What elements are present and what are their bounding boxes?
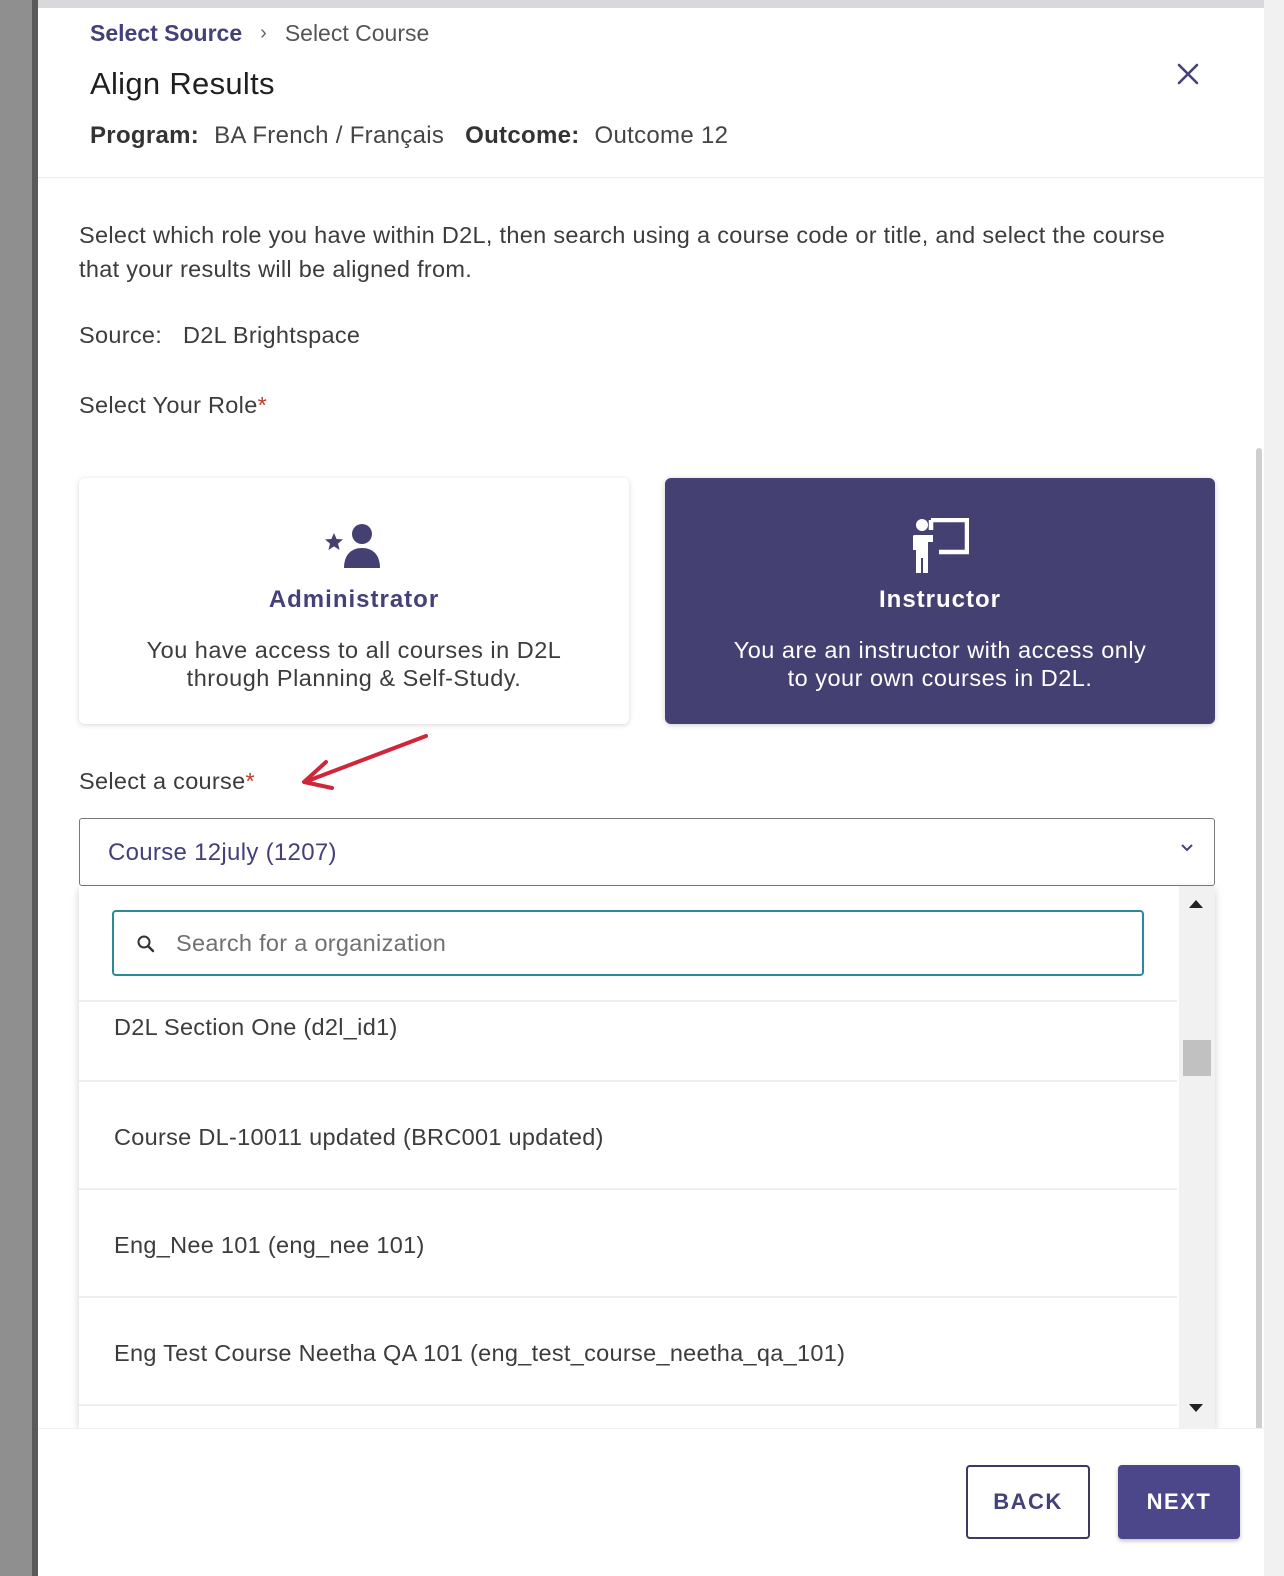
course-option[interactable]: Eng_Nee 101 (eng_nee 101) (79, 1188, 1177, 1296)
dropdown-scrollbar[interactable] (1179, 886, 1215, 1428)
chevron-down-icon (1180, 837, 1194, 858)
next-button[interactable]: NEXT (1118, 1465, 1240, 1539)
required-asterisk: * (245, 768, 255, 794)
course-dropdown: D2L Section One (d2l_id1) Course DL-1001… (79, 886, 1215, 1428)
course-label-text: Select a course (79, 768, 246, 794)
course-option[interactable]: D2L Section One (d2l_id1) (79, 1000, 1177, 1080)
close-icon[interactable] (1166, 52, 1210, 96)
program-label: Program: (90, 122, 200, 149)
role-card-instructor[interactable]: Instructor You are an instructor with ac… (665, 478, 1215, 724)
breadcrumb: Select Source › Select Course (90, 20, 429, 47)
scroll-up-icon[interactable] (1189, 900, 1203, 908)
search-icon (136, 934, 156, 959)
page-backdrop-left (0, 0, 38, 1576)
back-button[interactable]: BACK (966, 1465, 1090, 1539)
role-desc-line: through Planning & Self-Study. (186, 665, 522, 691)
role-name-administrator: Administrator (268, 586, 440, 613)
program-value: BA French / Français (214, 122, 445, 149)
course-option[interactable]: Course DL-10011 updated (BRC001 updated) (79, 1080, 1177, 1188)
course-option[interactable] (79, 1404, 1177, 1428)
role-desc-line: to your own courses in D2L. (787, 665, 1093, 691)
outcome-label: Outcome: (465, 122, 580, 149)
modal-scrollbar[interactable] (1256, 448, 1262, 1568)
breadcrumb-select-course: Select Course (284, 20, 430, 46)
breadcrumb-select-source[interactable]: Select Source (90, 20, 242, 47)
source-label: Source: (79, 322, 163, 348)
role-desc-line: You have access to all courses in D2L (146, 637, 562, 663)
source-value: D2L Brightspace (182, 322, 361, 348)
outcome-value: Outcome 12 (594, 122, 729, 149)
role-card-administrator[interactable]: Administrator You have access to all cou… (79, 478, 629, 724)
course-options-list: D2L Section One (d2l_id1) Course DL-1001… (79, 1000, 1177, 1428)
role-desc-line: You are an instructor with access only (733, 637, 1147, 663)
align-results-modal: Select Source › Select Course Align Resu… (38, 8, 1264, 1576)
modal-header: Select Source › Select Course Align Resu… (38, 8, 1264, 178)
program-outcome-meta: Program: BA French / Français Outcome: O… (90, 122, 728, 150)
organization-search (112, 910, 1144, 976)
role-label-text: Select Your Role (79, 392, 258, 418)
role-label: Select Your Role* (79, 392, 267, 419)
browser-top-edge (0, 0, 1284, 8)
scrollbar-thumb[interactable] (1183, 1040, 1211, 1076)
source-row: Source: D2L Brightspace (79, 322, 360, 349)
modal-body: Select which role you have within D2L, t… (38, 178, 1264, 1568)
required-asterisk: * (257, 392, 268, 418)
modal-title: Align Results (90, 66, 275, 101)
admin-star-user-icon (324, 520, 384, 572)
role-name-instructor: Instructor (878, 586, 1001, 613)
role-desc-instructor: You are an instructor with access only t… (734, 636, 1147, 692)
role-desc-administrator: You have access to all courses in D2L th… (147, 636, 562, 692)
teacher-board-icon (911, 518, 969, 573)
annotation-arrow-icon (302, 734, 428, 790)
breadcrumb-separator-icon: › (260, 22, 267, 44)
course-select[interactable]: Course 12july (1207) (79, 818, 1215, 886)
modal-footer: BACK NEXT (38, 1428, 1264, 1576)
scroll-down-icon[interactable] (1189, 1404, 1203, 1412)
organization-search-input[interactable] (176, 922, 1116, 964)
page-backdrop-right (1264, 0, 1284, 1576)
intro-text: Select which role you have within D2L, t… (79, 222, 1166, 282)
course-select-value: Course 12july (1207) (108, 839, 337, 866)
course-option[interactable]: Eng Test Course Neetha QA 101 (eng_test_… (79, 1296, 1177, 1404)
course-label: Select a course* (79, 768, 255, 795)
